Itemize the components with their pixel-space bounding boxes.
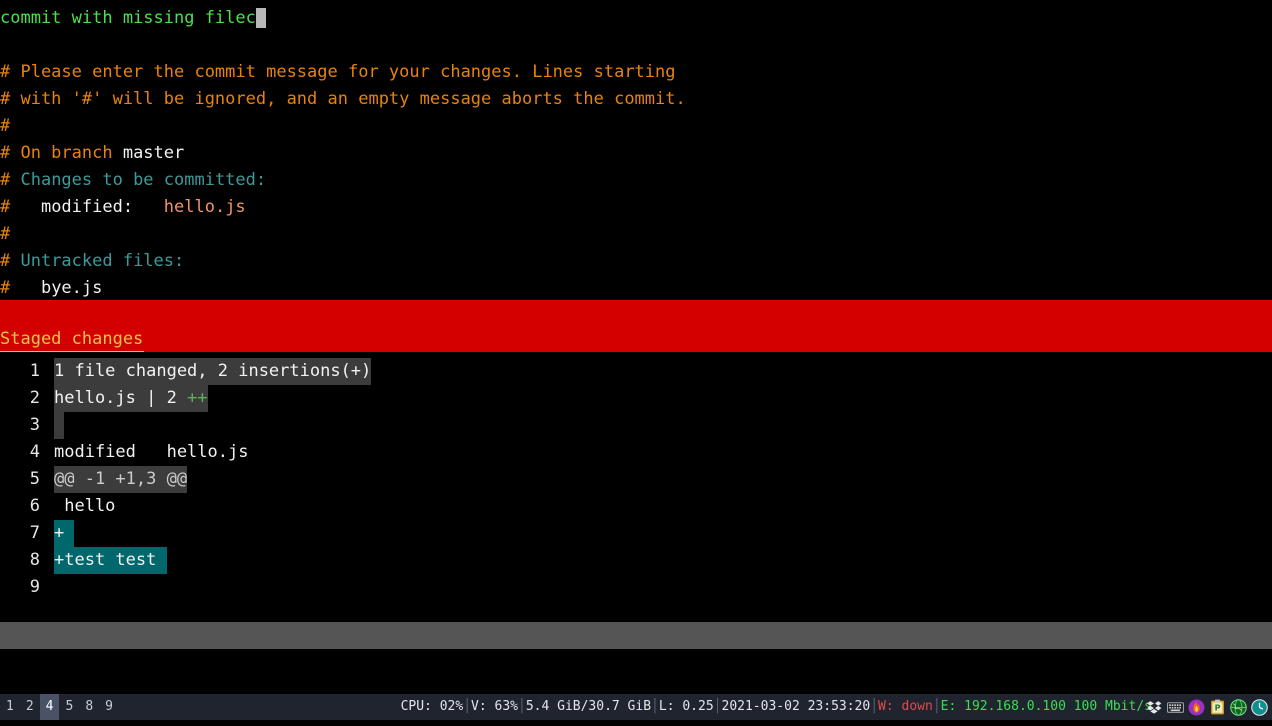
diff-span: +test test [54,550,167,570]
line-number: 2 [29,388,40,408]
diff-span: + [54,523,75,543]
keyboard-icon[interactable] [1167,699,1184,716]
commit-line-text: Changes to be committed: [20,170,267,190]
commit-line: commit with missing filec [0,5,267,32]
commit-line-text: modified: [20,197,164,217]
line-number: 8 [29,550,40,570]
workspace-button-2[interactable]: 2 [20,694,40,720]
commit-line-text: bye.js [20,278,103,298]
diff-line-text: +test test [54,547,167,574]
commit-line: # modified: hello.js [0,194,246,221]
clipboard-icon[interactable]: P [1209,699,1226,716]
diff-line-text: hello.js | 2 ++ [54,385,208,412]
commit-line-text: # [0,170,21,190]
commit-line: # [0,113,10,140]
commit-line: # Please enter the commit message for yo… [0,59,676,86]
commit-line-text: # Please enter the commit message for yo… [0,62,676,82]
diff-line-text [54,412,65,439]
commit-line-text: master [122,143,185,163]
status-divider: │ [870,699,879,714]
diff-line-text: + [54,520,75,547]
line-number: 9 [29,577,40,597]
modeline-commit-editmsg: 1COMMIT_EDITMSG ( 1,25) [Text UTF-8 Ins]… [0,300,1272,327]
diff-span: hello.js | 2 [54,388,188,408]
workspace-button-9[interactable]: 9 [99,694,119,720]
dropbox-icon[interactable] [1146,699,1163,716]
commit-line-text: # [0,251,21,271]
commit-line: # Changes to be committed: [0,167,266,194]
commit-line-text: commit with missing filec [0,8,256,28]
terminal-screen: commit with missing filec # Please enter… [0,0,1272,720]
commit-line-text: # [0,116,11,136]
magit-diff-buffer[interactable]: 1 1 file changed, 2 insertions(+) 2 hello.j… [0,352,1272,620]
commit-line-text: # [0,224,11,244]
commit-line-text: # [0,197,21,217]
globe-icon[interactable] [1230,698,1247,716]
magit-section-header[interactable]: Staged changes [0,327,1272,352]
system-tray: P [1146,694,1268,720]
status-divider: │ [932,699,941,714]
datetime: 2021-03-02 23:53:20 [721,699,871,714]
staged-changes-label[interactable]: Staged changes [0,327,145,352]
diff-span: hello [54,496,116,516]
system-status: CPU: 02%│V: 63%│5.4 GiB/30.7 GiB│L: 0.25… [401,694,1152,720]
workspace-button-8[interactable]: 8 [79,694,99,720]
line-number: 3 [29,415,40,435]
wifi-status: W: down [878,699,933,714]
commit-line-text: Untracked files: [20,251,185,271]
line-number: 5 [29,469,40,489]
svg-text:P: P [1215,703,1221,712]
diff-line-text: 1 file changed, 2 insertions(+) [54,358,372,385]
workspace-list: 124589 [0,694,119,720]
diff-span: modified hello.js [54,442,249,462]
commit-line-text: # On branch [0,143,123,163]
workspace-button-1[interactable]: 1 [0,694,20,720]
status-divider: │ [651,699,659,714]
commit-line-text: hello.js [163,197,246,217]
line-number: 6 [29,496,40,516]
line-number: 1 [29,361,40,381]
commit-line: # On branch master [0,140,184,167]
diff-span: ++ [187,388,208,408]
modeline-magit-diff: 2magit-diff: test-magit ( 1,0) [Magit Di… [0,622,1272,649]
diff-span: 1 file changed, 2 insertions(+) [54,361,372,381]
commit-line: # bye.js [0,275,102,302]
diff-span [54,415,64,435]
commit-line: # Untracked files: [0,248,184,275]
cpu-usage: CPU: 02% [400,699,464,714]
commit-line-text: # with '#' will be ignored, and an empty… [0,89,686,109]
clock-icon[interactable] [1251,698,1268,716]
diff-span: @@ -1 +1,3 @@ [54,469,188,489]
commit-line-text: # [0,278,21,298]
ethernet-status: E: 192.168.0.100 100 Mbit/s [940,699,1152,714]
line-number: 4 [29,442,40,462]
vram-usage: V: 63% [471,699,518,714]
workspace-button-5[interactable]: 5 [59,694,79,720]
status-divider: │ [463,699,472,714]
text-cursor [255,8,267,28]
diff-line-text: modified hello.js [54,439,248,466]
flame-circle-icon[interactable] [1188,699,1205,716]
load-average: L: 0.25 [658,699,714,714]
memory-usage: 5.4 GiB/30.7 GiB [525,699,652,714]
workspace-button-4[interactable]: 4 [39,694,60,720]
echo-area [0,649,1272,694]
commit-message-buffer[interactable]: commit with missing filec # Please enter… [0,0,1272,300]
status-divider: │ [713,699,722,714]
diff-line-text: hello [54,493,115,520]
line-number: 7 [29,523,40,543]
commit-line: # with '#' will be ignored, and an empty… [0,86,686,113]
commit-line: # [0,221,10,248]
taskbar: 124589 CPU: 02%│V: 63%│5.4 GiB/30.7 GiB│… [0,694,1272,720]
status-divider: │ [517,699,526,714]
diff-line-text: @@ -1 +1,3 @@ [54,466,188,493]
